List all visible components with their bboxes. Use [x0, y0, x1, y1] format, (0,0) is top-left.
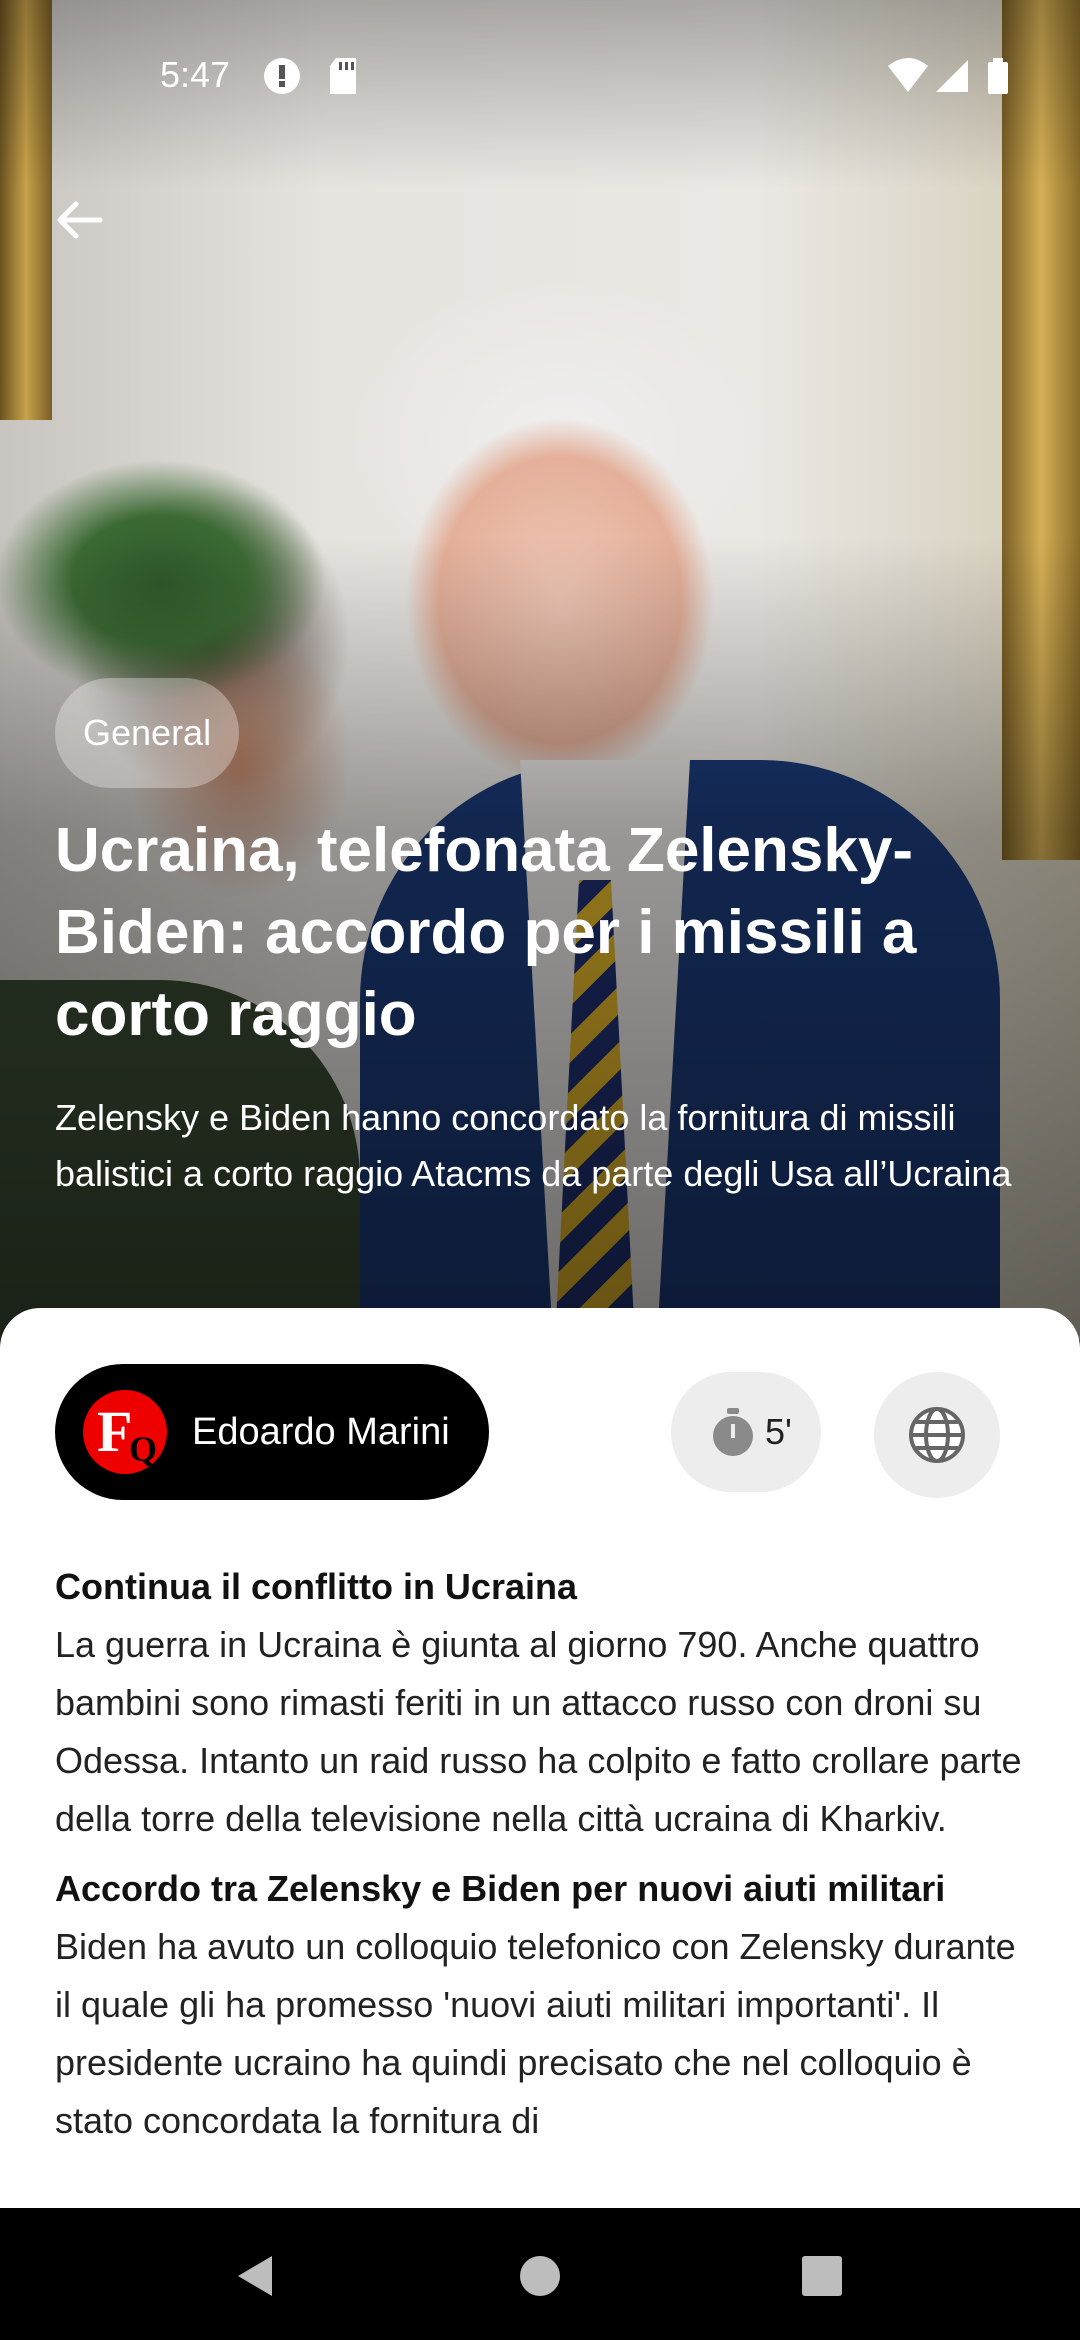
- article-body: Continua il conflitto in Ucraina La guer…: [55, 1558, 1035, 2162]
- article-headline: Ucraina, telefonata Zelensky-Biden: acco…: [55, 816, 917, 1049]
- wifi-icon: [886, 56, 930, 96]
- nav-home-button[interactable]: [518, 2254, 562, 2303]
- author-button[interactable]: FQ Edoardo Marini: [55, 1364, 489, 1500]
- circle-home-icon: [520, 2256, 560, 2296]
- status-bar: 5:47: [0, 40, 1080, 110]
- system-nav-bar: [0, 2208, 1080, 2340]
- nav-back-button[interactable]: [234, 2254, 278, 2303]
- section-paragraph: La guerra in Ucraina è giunta al giorno …: [55, 1624, 1022, 1839]
- section-paragraph: Biden ha avuto un colloquio telefonico c…: [55, 1926, 1016, 2141]
- publisher-logo: FQ: [83, 1390, 167, 1474]
- back-button[interactable]: [50, 190, 110, 250]
- read-time-value: 5': [765, 1411, 792, 1452]
- sd-card-icon: [326, 56, 360, 96]
- cell-signal-icon: [934, 56, 970, 96]
- section-heading: Accordo tra Zelensky e Biden per nuovi a…: [55, 1868, 946, 1909]
- read-time-badge: 5': [671, 1372, 821, 1492]
- article-subheadline: Zelensky e Biden hanno concordato la for…: [55, 1097, 1012, 1194]
- globe-icon: [909, 1407, 965, 1463]
- section-heading: Continua il conflitto in Ucraina: [55, 1566, 577, 1607]
- category-chip[interactable]: General: [55, 678, 240, 788]
- nav-recents-button[interactable]: [800, 2254, 844, 2303]
- author-name: Edoardo Marini: [192, 1411, 450, 1453]
- article-sheet: FQ Edoardo Marini 5' Continua il conflit…: [0, 1308, 1080, 2208]
- arrow-left-icon: [57, 201, 103, 239]
- square-recents-icon: [802, 2256, 842, 2296]
- shield-notification-icon: [262, 56, 302, 96]
- open-source-button[interactable]: [874, 1372, 1000, 1498]
- battery-icon: [986, 56, 1010, 96]
- status-time: 5:47: [160, 54, 231, 95]
- stopwatch-icon: [713, 1408, 753, 1456]
- triangle-back-icon: [238, 2256, 272, 2296]
